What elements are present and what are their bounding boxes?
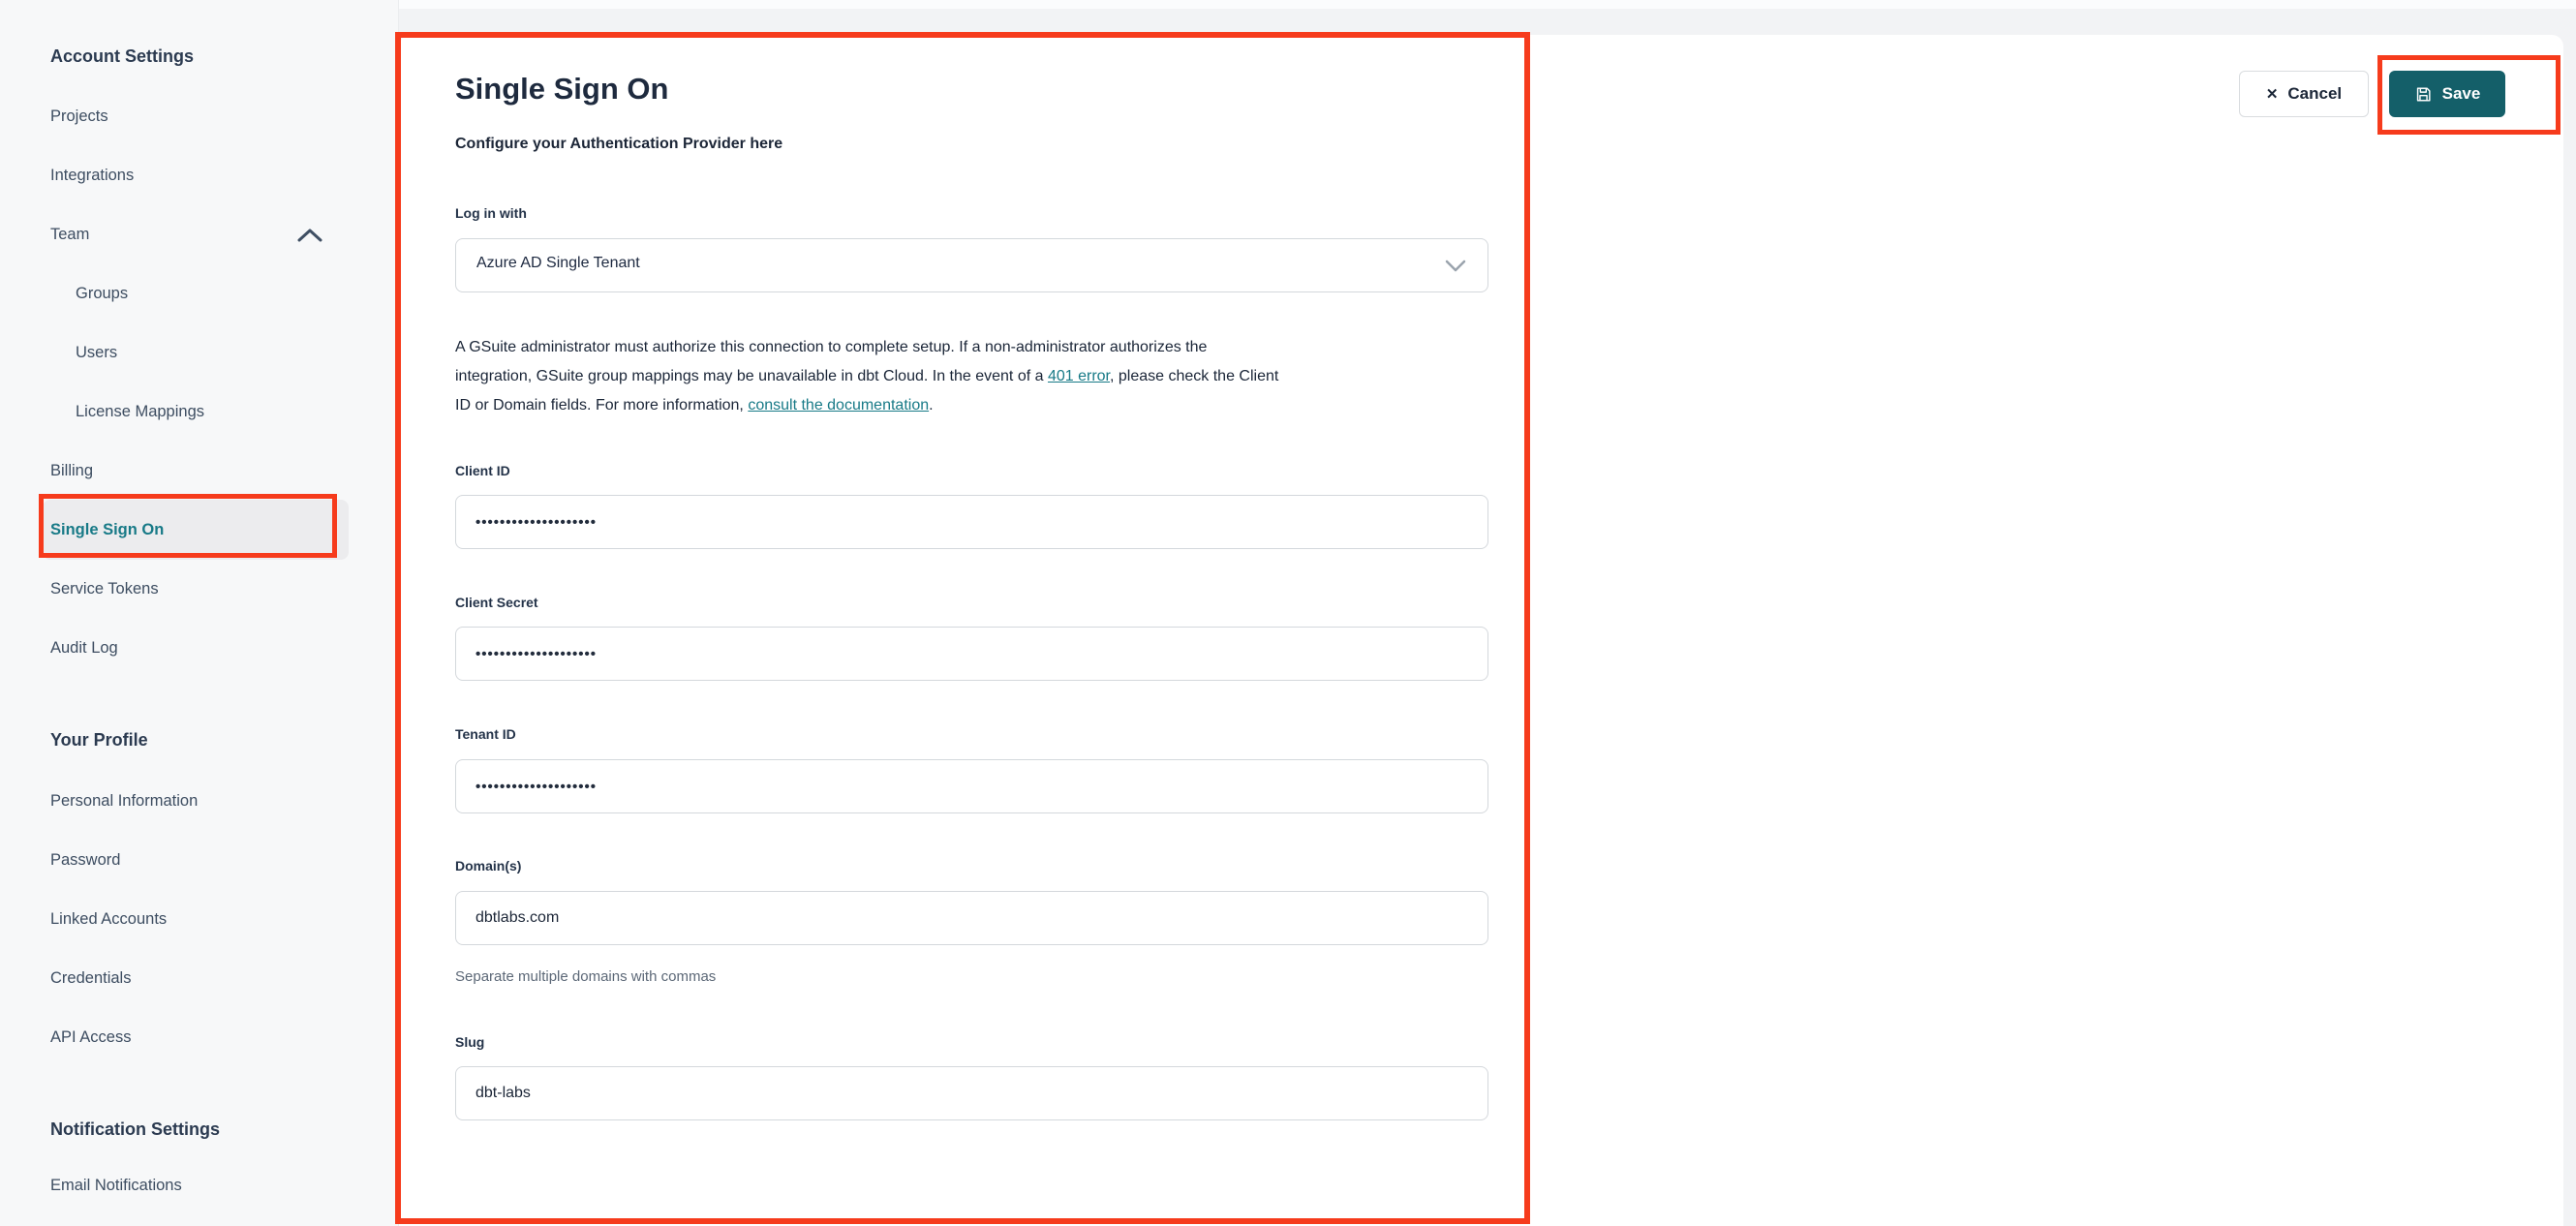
gsuite-note-line3-post: . — [929, 397, 934, 414]
x-icon: ✕ — [2265, 85, 2279, 103]
gsuite-note-line2: integration, GSuite group mappings may b… — [455, 362, 1493, 391]
sidebar-section-notification-settings: Notification Settings — [50, 1119, 220, 1139]
sidebar-item-personal-information[interactable]: Personal Information — [50, 790, 198, 812]
gsuite-note-line1: A GSuite administrator must authorize th… — [455, 339, 1208, 355]
sidebar-item-license-mappings[interactable]: License Mappings — [76, 401, 204, 422]
domains-label: Domain(s) — [455, 858, 522, 874]
sidebar-item-email-notifications[interactable]: Email Notifications — [50, 1175, 182, 1196]
login-with-select[interactable]: Azure AD Single Tenant — [455, 238, 1488, 292]
slug-label: Slug — [455, 1034, 485, 1050]
sidebar-item-team[interactable]: Team — [50, 224, 89, 245]
sidebar-item-billing[interactable]: Billing — [50, 460, 93, 481]
gsuite-note-line3: ID or Domain fields. For more informatio… — [455, 391, 1493, 420]
gsuite-note-line2-pre: integration, GSuite group mappings may b… — [455, 368, 1048, 384]
tenant-id-label: Tenant ID — [455, 726, 516, 742]
sidebar-section-account-settings: Account Settings — [50, 46, 195, 66]
save-button[interactable]: Save — [2389, 71, 2505, 117]
sidebar: Account Settings Projects Integrations T… — [0, 0, 399, 1226]
sidebar-item-password[interactable]: Password — [50, 849, 120, 871]
sidebar-item-linked-accounts[interactable]: Linked Accounts — [50, 908, 167, 930]
sidebar-item-audit-log[interactable]: Audit Log — [50, 637, 118, 659]
cancel-button-label: Cancel — [2287, 84, 2343, 103]
floppy-disk-icon — [2414, 85, 2433, 104]
domains-help-text: Separate multiple domains with commas — [455, 968, 717, 985]
sidebar-item-credentials[interactable]: Credentials — [50, 967, 131, 989]
page-subtitle: Configure your Authentication Provider h… — [455, 136, 783, 152]
sidebar-item-api-access[interactable]: API Access — [50, 1027, 131, 1048]
slug-input[interactable] — [455, 1066, 1488, 1120]
tenant-id-input[interactable] — [455, 759, 1488, 813]
client-id-label: Client ID — [455, 463, 510, 478]
sidebar-item-integrations[interactable]: Integrations — [50, 165, 134, 186]
sidebar-item-service-tokens[interactable]: Service Tokens — [50, 578, 159, 599]
sidebar-item-single-sign-on[interactable]: Single Sign On — [50, 519, 164, 540]
login-with-label: Log in with — [455, 205, 527, 221]
link-401-error[interactable]: 401 error — [1048, 368, 1110, 384]
domains-input[interactable] — [455, 891, 1488, 945]
client-id-input[interactable] — [455, 495, 1488, 549]
cancel-button[interactable]: ✕ Cancel — [2239, 71, 2369, 117]
gsuite-note-line2-post: , please check the Client — [1110, 368, 1279, 384]
page-title: Single Sign On — [455, 72, 669, 106]
link-consult-documentation[interactable]: consult the documentation — [748, 397, 929, 414]
gsuite-note-line3-pre: ID or Domain fields. For more informatio… — [455, 397, 749, 414]
sidebar-item-groups[interactable]: Groups — [76, 283, 128, 304]
sidebar-item-projects[interactable]: Projects — [50, 106, 108, 127]
gsuite-note: A GSuite administrator must authorize th… — [455, 333, 1493, 420]
chevron-down-icon — [1445, 260, 1466, 273]
sidebar-section-your-profile: Your Profile — [50, 730, 148, 750]
client-secret-label: Client Secret — [455, 595, 538, 610]
top-bar-strip — [399, 0, 2576, 9]
login-with-selected-value: Azure AD Single Tenant — [476, 255, 640, 271]
save-button-label: Save — [2441, 84, 2481, 103]
screen: Account Settings Projects Integrations T… — [0, 0, 2576, 1226]
client-secret-input[interactable] — [455, 627, 1488, 681]
chevron-up-icon[interactable] — [297, 226, 322, 244]
sidebar-item-users[interactable]: Users — [76, 342, 117, 363]
